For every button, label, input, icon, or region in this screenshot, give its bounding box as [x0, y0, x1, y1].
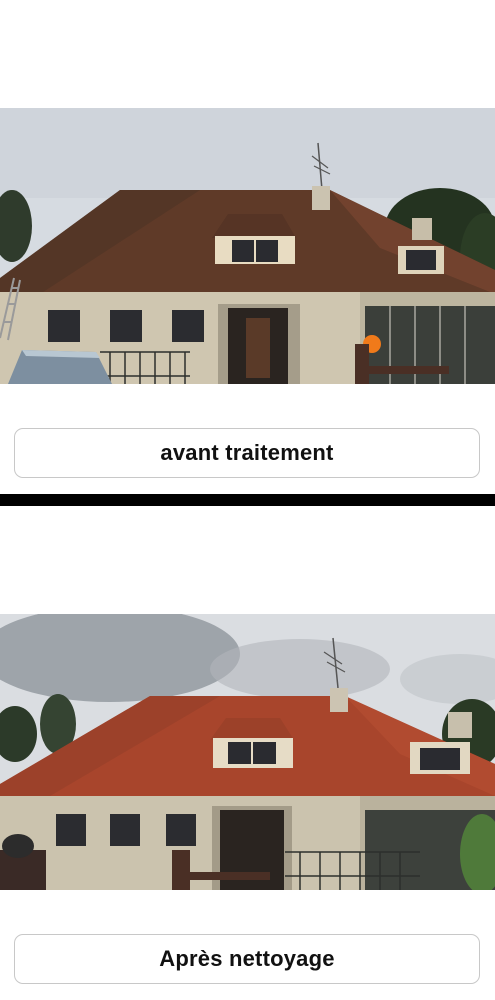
after-panel: Après nettoyage — [0, 506, 495, 1000]
section-divider — [0, 494, 495, 506]
after-caption-button[interactable]: Après nettoyage — [14, 934, 480, 984]
after-house-image — [0, 614, 495, 890]
before-house-image — [0, 108, 495, 384]
after-house-photo[interactable] — [0, 614, 495, 890]
before-caption-button[interactable]: avant traitement — [14, 428, 480, 478]
before-house-photo[interactable] — [0, 108, 495, 384]
before-panel: avant traitement — [0, 0, 495, 494]
